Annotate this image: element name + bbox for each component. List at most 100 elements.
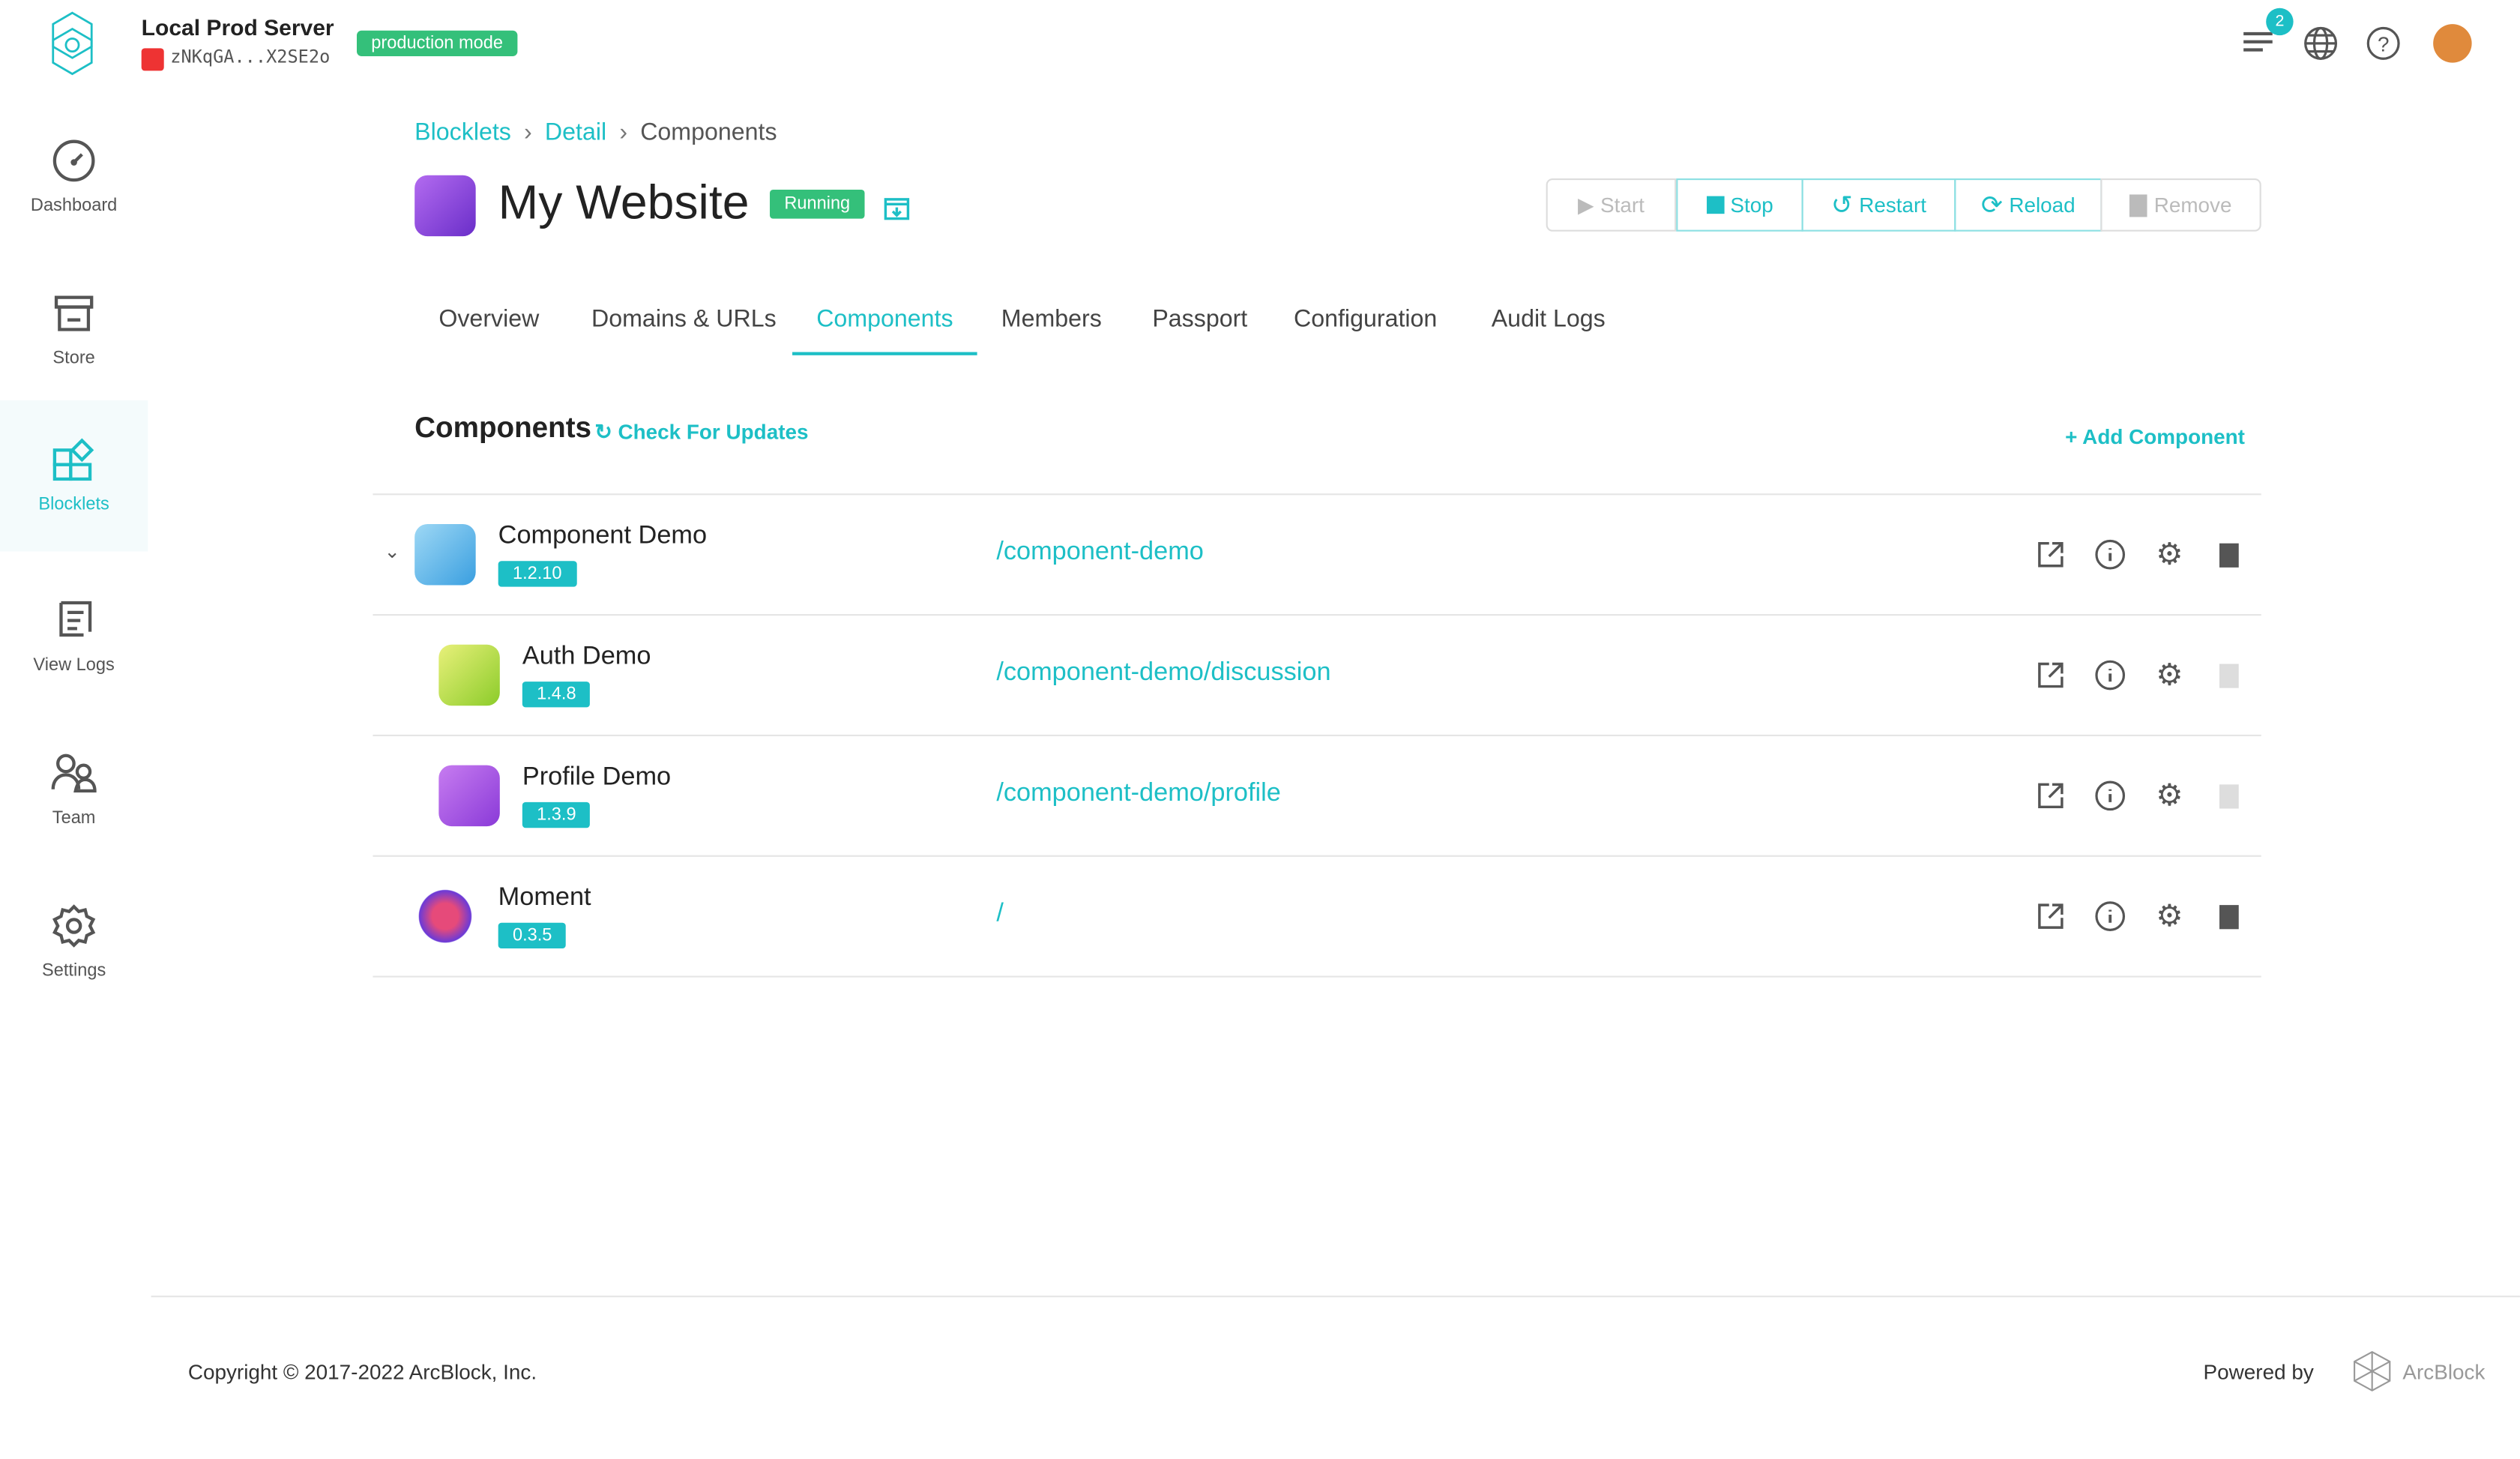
version-badge: 1.3.9: [522, 801, 591, 828]
tab-audit-logs[interactable]: Audit Logs: [1492, 305, 1606, 332]
version-badge: 1.2.10: [498, 561, 576, 587]
tab-components[interactable]: Components: [816, 305, 953, 332]
restart-label: Restart: [1859, 193, 1927, 217]
refresh-icon: ↻: [594, 419, 612, 444]
version-badge: 0.3.5: [498, 922, 567, 949]
open-external-icon[interactable]: [2034, 538, 2067, 571]
row-actions: ⚙: [2034, 538, 2245, 571]
component-name: Component Demo: [498, 522, 708, 550]
tab-configuration[interactable]: Configuration: [1294, 305, 1437, 332]
delete-icon-disabled: [2213, 659, 2245, 691]
component-name: Profile Demo: [522, 763, 672, 791]
row-actions: ⚙: [2034, 779, 2245, 813]
breadcrumb-current: Components: [640, 118, 777, 147]
sidebar-item-store[interactable]: Store: [0, 256, 148, 403]
component-name: Auth Demo: [522, 643, 651, 671]
settings-gear-icon: [52, 904, 96, 948]
settings-gear-icon[interactable]: ⚙: [2153, 900, 2186, 933]
component-logo: [415, 523, 476, 586]
remove-button[interactable]: Remove: [2100, 178, 2261, 232]
start-button[interactable]: ▶ Start: [1546, 178, 1677, 232]
tab-overview[interactable]: Overview: [438, 305, 539, 332]
section-title: Components: [415, 411, 592, 444]
tab-passport[interactable]: Passport: [1152, 305, 1247, 332]
store-icon: [54, 295, 94, 331]
component-row: Auth Demo 1.4.8 /component-demo/discussi…: [373, 616, 2261, 736]
server-name: Local Prod Server: [141, 14, 334, 40]
settings-gear-icon[interactable]: ⚙: [2153, 779, 2186, 813]
component-logo: [415, 885, 476, 947]
settings-gear-icon[interactable]: ⚙: [2153, 658, 2186, 692]
reload-icon: ⟳: [1981, 192, 2003, 220]
component-logo: [438, 765, 500, 827]
collapse-chevron-icon[interactable]: ⌄: [384, 540, 400, 562]
version-badge: 1.4.8: [522, 682, 591, 708]
component-path-link[interactable]: /: [996, 900, 1004, 930]
breadcrumb-detail-link[interactable]: Detail: [545, 119, 606, 146]
plus-icon: +: [2065, 424, 2078, 449]
sidebar-item-label: Dashboard: [30, 196, 118, 216]
delete-icon[interactable]: [2213, 538, 2245, 571]
stop-label: Stop: [1730, 193, 1773, 217]
backup-icon[interactable]: [882, 193, 911, 222]
tab-members[interactable]: Members: [1001, 305, 1102, 332]
open-external-icon[interactable]: [2034, 780, 2067, 812]
breadcrumb-blocklets-link[interactable]: Blocklets: [415, 119, 511, 146]
mode-badge: production mode: [356, 30, 518, 57]
row-actions: ⚙: [2034, 658, 2245, 692]
status-badge: Running: [770, 190, 865, 219]
language-globe-icon[interactable]: [2303, 25, 2338, 61]
start-label: Start: [1600, 193, 1645, 217]
dashboard-icon: [52, 139, 95, 182]
sidebar-item-blocklets[interactable]: Blocklets: [0, 400, 148, 552]
sidebar-item-view-logs[interactable]: View Logs: [0, 562, 148, 710]
blocklet-logo: [415, 175, 476, 237]
check-updates-label: Check For Updates: [618, 419, 809, 444]
reload-button[interactable]: ⟳ Reload: [1954, 178, 2102, 232]
server-did[interactable]: zNKqGA...X2SE2o: [170, 46, 330, 67]
add-component-button[interactable]: + Add Component: [2065, 424, 2245, 448]
component-row: ⌄ Component Demo 1.2.10 /component-demo …: [373, 495, 2261, 616]
add-component-label: Add Component: [2082, 424, 2245, 449]
info-icon[interactable]: [2094, 538, 2126, 571]
stop-button[interactable]: Stop: [1676, 178, 1803, 232]
open-external-icon[interactable]: [2034, 900, 2067, 933]
component-path-link[interactable]: /component-demo: [996, 538, 1204, 568]
help-icon[interactable]: ?: [2366, 25, 2401, 61]
sidebar-item-label: View Logs: [33, 655, 115, 676]
logs-icon: [59, 601, 92, 637]
active-tab-indicator: [792, 352, 977, 355]
sidebar-item-dashboard[interactable]: Dashboard: [0, 103, 148, 250]
component-path-link[interactable]: /component-demo/discussion: [996, 659, 1330, 688]
sidebar-item-settings[interactable]: Settings: [0, 868, 148, 1016]
notification-count-badge: 2: [2266, 7, 2294, 36]
notifications-button[interactable]: 2: [2242, 7, 2294, 64]
component-name: Moment: [498, 884, 591, 912]
settings-gear-icon[interactable]: ⚙: [2153, 538, 2186, 571]
info-icon[interactable]: [2094, 659, 2126, 691]
component-path-link[interactable]: /component-demo/profile: [996, 780, 1280, 809]
restart-button[interactable]: ↺ Restart: [1801, 178, 1956, 232]
delete-icon[interactable]: [2213, 900, 2245, 933]
open-external-icon[interactable]: [2034, 659, 2067, 691]
sidebar-item-team[interactable]: Team: [0, 715, 148, 863]
notifications-icon: [2243, 31, 2273, 52]
trash-icon: [2129, 193, 2148, 217]
user-avatar[interactable]: [2433, 24, 2472, 63]
tab-domains[interactable]: Domains & URLs: [591, 305, 777, 332]
sidebar-item-label: Blocklets: [38, 495, 109, 515]
arcblock-logo-icon: [2354, 1350, 2391, 1392]
blocklets-icon: [52, 438, 94, 481]
play-icon: ▶: [1578, 192, 1594, 217]
copyright: Copyright © 2017-2022 ArcBlock, Inc.: [187, 1359, 537, 1385]
info-icon[interactable]: [2094, 780, 2126, 812]
sidebar-item-label: Settings: [42, 961, 106, 981]
info-icon[interactable]: [2094, 900, 2126, 933]
sidebar-item-label: Team: [52, 808, 96, 828]
check-updates-link[interactable]: ↻ Check For Updates: [594, 420, 808, 445]
team-icon: [51, 753, 97, 793]
component-logo: [438, 644, 500, 706]
arcblock-brand-link[interactable]: ArcBlock: [2402, 1360, 2485, 1384]
restart-icon: ↺: [1830, 192, 1853, 220]
remove-label: Remove: [2153, 193, 2232, 217]
